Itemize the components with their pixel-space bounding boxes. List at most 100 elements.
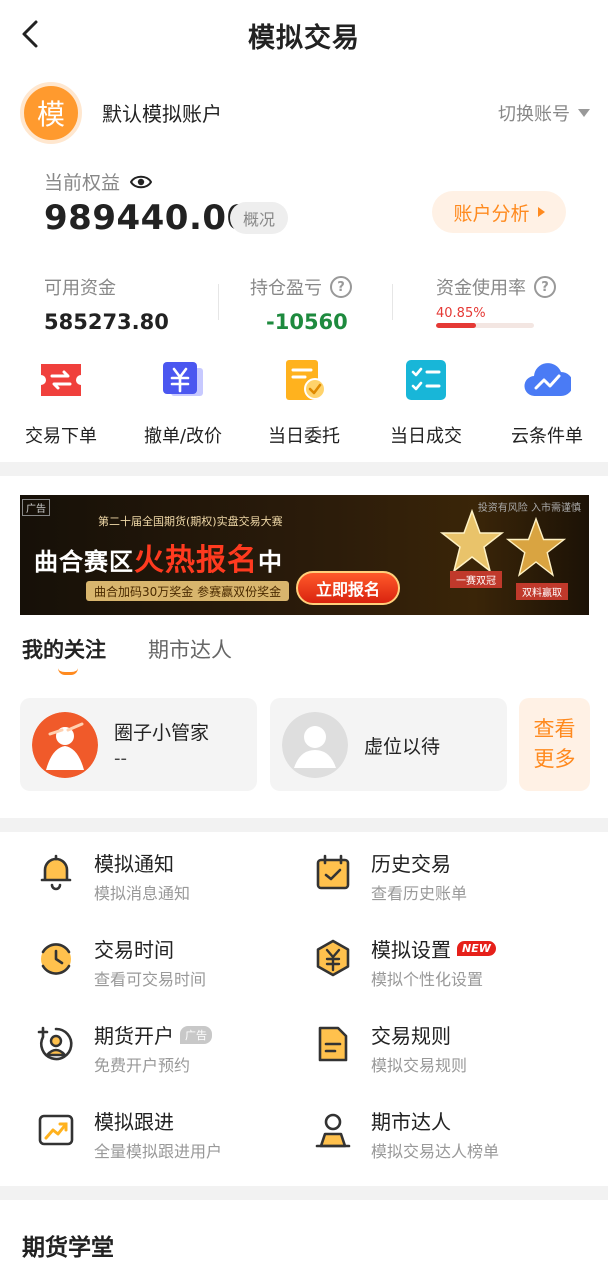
see-more-line2: 更多 bbox=[533, 747, 576, 771]
menu-title: 期货开户 bbox=[94, 1024, 174, 1048]
headline-post: 中 bbox=[258, 548, 283, 576]
menu-trade-time[interactable]: 交易时间 查看可交易时间 bbox=[36, 934, 306, 994]
new-badge: NEW bbox=[457, 941, 496, 956]
daily-deal-icon bbox=[406, 360, 446, 400]
account-analysis-label: 账户分析 bbox=[453, 202, 530, 225]
section-separator bbox=[0, 818, 608, 832]
menu-subtitle: 查看可交易时间 bbox=[94, 970, 207, 989]
account-row: 模 默认模拟账户 切换账号 bbox=[20, 80, 592, 144]
equity-label: 当前权益 bbox=[44, 172, 121, 194]
contest-name: 第二十届全国期货(期权)实盘交易大赛 bbox=[98, 515, 283, 528]
menu-title: 期市达人 bbox=[371, 1110, 451, 1134]
page-title: 模拟交易 bbox=[248, 23, 360, 54]
see-more-button[interactable]: 查看 更多 bbox=[519, 698, 590, 791]
menu-subtitle: 模拟消息通知 bbox=[94, 884, 191, 903]
follow-card-sub: -- bbox=[114, 748, 127, 769]
equity-label-row: 当前权益 bbox=[44, 168, 153, 195]
eye-icon[interactable] bbox=[130, 174, 153, 190]
see-more-line1: 查看 bbox=[533, 717, 576, 741]
fund-usage-label: 资金使用率 bbox=[436, 278, 526, 299]
account-open-icon bbox=[37, 1026, 73, 1061]
header-bar: 模拟交易 bbox=[0, 0, 608, 70]
menu-subtitle: 免费开户预约 bbox=[94, 1056, 191, 1075]
switch-account-button[interactable]: 切换账号 bbox=[498, 100, 590, 126]
available-funds-label: 可用资金 bbox=[44, 278, 116, 299]
bell-icon bbox=[40, 854, 72, 891]
menu-history-trade[interactable]: 历史交易 查看历史账单 bbox=[313, 848, 583, 908]
menu-title: 模拟通知 bbox=[94, 852, 174, 876]
divider bbox=[392, 284, 393, 320]
trophy-star-icon bbox=[506, 517, 566, 577]
quick-cloud-label: 云条件单 bbox=[511, 426, 583, 447]
quick-order[interactable]: 交易下单 bbox=[0, 356, 122, 448]
placeholder-avatar bbox=[282, 712, 348, 778]
fund-usage-value: 40.85% bbox=[436, 306, 486, 321]
fund-usage-bar bbox=[436, 323, 534, 328]
menu-sim-follow[interactable]: 模拟跟进 全量模拟跟进用户 bbox=[36, 1106, 306, 1166]
menu-trade-rules[interactable]: 交易规则 模拟交易规则 bbox=[313, 1020, 583, 1080]
follow-card-name: 圈子小管家 bbox=[114, 722, 210, 744]
available-funds-value: 585273.80 bbox=[44, 310, 169, 334]
settings-yen-icon bbox=[316, 939, 350, 977]
menu-subtitle: 模拟个性化设置 bbox=[371, 970, 484, 989]
menu-subtitle: 模拟交易规则 bbox=[371, 1056, 468, 1075]
banner-tag: 双料赢取 bbox=[516, 583, 568, 600]
follow-card[interactable]: 虚位以待 bbox=[270, 698, 507, 791]
menu-sim-settings[interactable]: 模拟设置 NEW 模拟个性化设置 bbox=[313, 934, 583, 994]
menu-title: 交易规则 bbox=[371, 1024, 451, 1048]
section-separator bbox=[0, 1186, 608, 1200]
fund-usage-bar-fill bbox=[436, 323, 477, 328]
menu-title: 历史交易 bbox=[371, 852, 451, 876]
arrow-right-icon bbox=[537, 207, 545, 217]
daily-entrust-icon bbox=[286, 360, 326, 400]
avatar: 模 bbox=[20, 82, 82, 144]
document-rules-icon bbox=[318, 1026, 348, 1062]
help-icon[interactable]: ? bbox=[330, 276, 352, 298]
quick-deal[interactable]: 当日成交 bbox=[365, 356, 487, 448]
menu-market-experts[interactable]: 期市达人 模拟交易达人榜单 bbox=[313, 1106, 583, 1166]
order-ticket-icon bbox=[41, 364, 81, 396]
expert-user-icon bbox=[315, 1113, 351, 1148]
quick-entrust-label: 当日委托 bbox=[268, 426, 340, 447]
menu-title: 交易时间 bbox=[94, 938, 174, 962]
clock-icon bbox=[41, 943, 71, 975]
active-tab-indicator bbox=[58, 668, 78, 675]
ad-banner[interactable]: 广告 投资有风险 入市需谨慎 第二十届全国期货(期权)实盘交易大赛 曲合赛区火热… bbox=[20, 495, 589, 615]
trend-chart-icon bbox=[38, 1114, 74, 1146]
quick-cancel[interactable]: 撤单/改价 bbox=[122, 356, 244, 448]
overview-button[interactable]: 概况 bbox=[230, 202, 288, 234]
quick-order-label: 交易下单 bbox=[25, 426, 97, 447]
available-funds: 可用资金 585273.80 bbox=[44, 274, 169, 334]
position-pl-label: 持仓盈亏 bbox=[250, 278, 322, 299]
cloud-condition-icon bbox=[524, 363, 573, 397]
headline-pre: 曲合赛区 bbox=[34, 548, 134, 576]
menu-title: 模拟跟进 bbox=[94, 1110, 174, 1134]
quick-cancel-label: 撤单/改价 bbox=[143, 426, 223, 447]
register-now-button[interactable]: 立即报名 bbox=[296, 571, 400, 605]
trophy-star-icon bbox=[440, 509, 504, 573]
calendar-check-icon bbox=[316, 854, 350, 890]
quick-entrust[interactable]: 当日委托 bbox=[243, 356, 365, 448]
tab-market-experts[interactable]: 期市达人 bbox=[148, 634, 232, 664]
quick-cloud[interactable]: 云条件单 bbox=[486, 356, 608, 448]
menu-open-account[interactable]: 期货开户 广告 免费开户预约 bbox=[36, 1020, 306, 1080]
section-title-school: 期货学堂 bbox=[22, 1235, 114, 1261]
dropdown-triangle-icon bbox=[578, 109, 590, 117]
follow-card[interactable]: 圈子小管家 -- bbox=[20, 698, 257, 791]
help-icon[interactable]: ? bbox=[534, 276, 556, 298]
menu-sim-notice[interactable]: 模拟通知 模拟消息通知 bbox=[36, 848, 306, 908]
account-analysis-button[interactable]: 账户分析 bbox=[432, 191, 566, 233]
equity-value: 989440.00 bbox=[44, 198, 251, 238]
divider bbox=[218, 284, 219, 320]
menu-subtitle: 全量模拟跟进用户 bbox=[94, 1142, 223, 1161]
follow-card-name: 虚位以待 bbox=[364, 736, 441, 758]
position-pl-value: -10560 bbox=[266, 310, 348, 334]
banner-tag: 一赛双冠 bbox=[450, 571, 502, 588]
ad-tag: 广告 bbox=[22, 499, 50, 516]
banner-subtext: 曲合加码30万奖金 参赛赢双份奖金 bbox=[86, 581, 290, 601]
menu-title: 模拟设置 bbox=[371, 938, 451, 962]
switch-account-label: 切换账号 bbox=[498, 104, 570, 125]
tab-my-follow[interactable]: 我的关注 bbox=[22, 634, 106, 664]
menu-subtitle: 模拟交易达人榜单 bbox=[371, 1142, 500, 1161]
circle-manager-avatar bbox=[32, 712, 98, 778]
